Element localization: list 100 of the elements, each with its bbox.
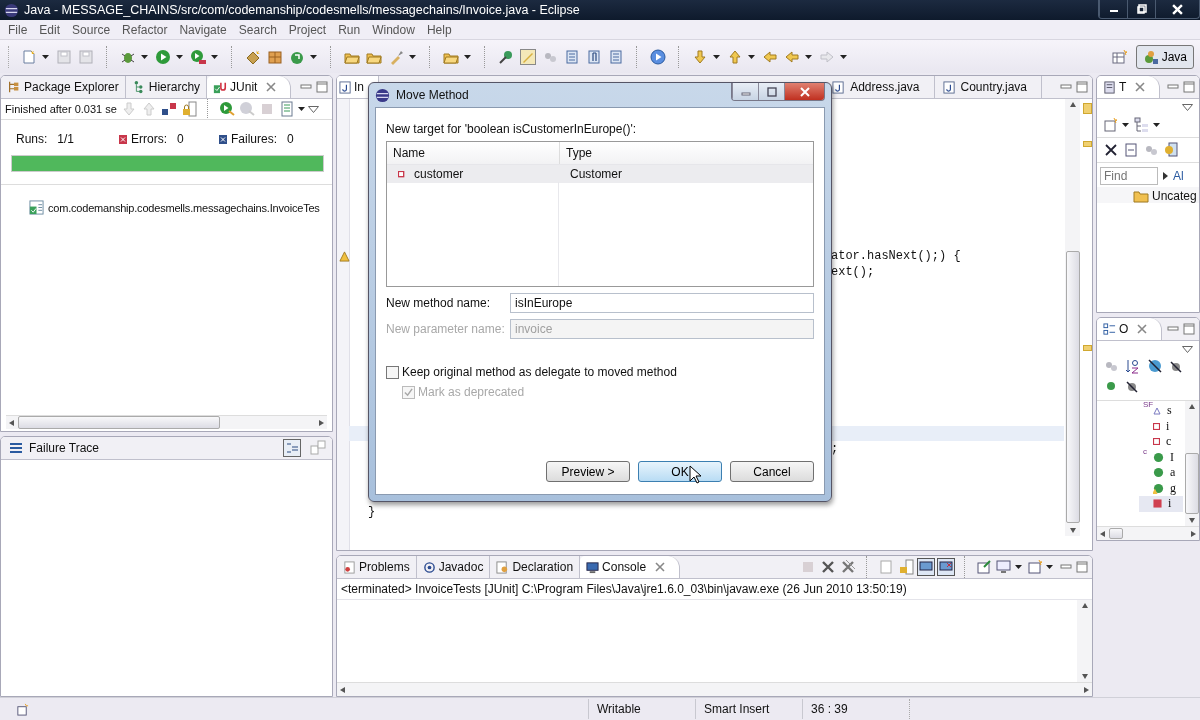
caret-icon[interactable] [42,54,49,59]
remove-icon[interactable] [1103,142,1119,158]
menu-item[interactable]: Project [282,22,333,37]
view-tab[interactable]: O [1097,318,1163,340]
minimize-icon[interactable] [1060,82,1072,92]
maximize-button[interactable] [758,83,784,100]
menu-item[interactable]: Window [366,22,421,37]
editor-tab[interactable]: Country.java [934,76,1042,98]
run-external-icon[interactable] [190,48,206,65]
view-menu-icon[interactable] [1182,104,1193,111]
pin-icon[interactable] [976,559,992,575]
open-perspective-icon[interactable] [1111,48,1128,65]
menu-item[interactable]: Navigate [173,22,233,37]
close-icon[interactable] [1137,324,1148,334]
monitor-icon[interactable] [917,558,935,576]
menu-item[interactable]: Refactor [116,22,174,37]
right-arrow-icon[interactable] [318,419,324,426]
overview-marker[interactable] [1083,141,1092,147]
remove-icon[interactable] [820,559,836,575]
column-header[interactable]: Name [387,142,560,164]
menu-item[interactable]: Edit [33,22,67,37]
all-link[interactable]: Al [1173,169,1184,183]
menu-item[interactable]: File [2,22,34,37]
filter-icon[interactable] [283,439,301,457]
down-arrow-icon[interactable] [1081,673,1088,679]
outline-item[interactable]: c I [1139,449,1183,465]
column-header[interactable]: Type [560,142,592,164]
document-icon[interactable] [608,48,624,65]
close-icon[interactable] [655,562,666,572]
pilcrow-icon[interactable] [586,48,602,65]
sort-icon[interactable] [1125,358,1141,374]
compare-icon[interactable] [310,440,326,456]
new-file-icon[interactable] [21,48,37,65]
table-row[interactable]: customer Customer [387,165,813,183]
view-tab[interactable]: Declaration [490,556,581,578]
right-arrow-icon[interactable] [1190,530,1196,537]
minimize-icon[interactable] [300,82,312,92]
down-arrow-icon[interactable] [1069,527,1076,533]
fast-view-icon[interactable] [16,702,29,716]
remove-all-icon[interactable] [840,559,856,575]
view-tab[interactable]: T [1097,76,1161,98]
method-name-field[interactable]: isInEurope [510,293,814,313]
caret-icon[interactable] [748,54,755,59]
menu-item[interactable]: Help [420,22,458,37]
failures-filter-icon[interactable] [160,101,177,117]
overview-marker[interactable] [1083,103,1092,114]
outline-item[interactable]: g [1139,480,1183,496]
caret-icon[interactable] [211,54,218,59]
right-arrow-icon[interactable] [1083,686,1089,693]
caret-icon[interactable] [1046,565,1053,569]
caret-icon[interactable] [176,54,183,59]
find-field[interactable]: Find [1100,167,1158,185]
rerun-icon[interactable] [218,101,235,117]
maximize-icon[interactable] [316,81,328,93]
play-icon[interactable] [650,48,666,65]
scrollbar-thumb[interactable] [1109,528,1123,539]
monitor-icon[interactable] [996,559,1012,575]
java-perspective-button[interactable]: Java [1135,44,1194,69]
caret-icon[interactable] [297,107,305,111]
dialog-button[interactable]: Cancel [730,461,814,482]
caret-icon[interactable] [141,54,148,59]
view-menu-icon[interactable] [307,105,319,113]
monitor-icon[interactable] [937,558,955,576]
new-class-icon[interactable] [267,48,283,65]
maximize-icon[interactable] [1076,561,1088,573]
maximize-icon[interactable] [1183,323,1195,335]
checkbox-label[interactable]: Keep original method as delegate to moved method [402,365,677,379]
minimize-icon[interactable] [1060,562,1072,572]
view-tab[interactable]: JUnit [207,76,292,98]
caret-icon[interactable] [805,54,812,59]
new-package-icon[interactable] [245,48,261,65]
hide-fields-icon[interactable] [1147,358,1163,374]
caret-icon[interactable] [1015,565,1022,569]
view-tab[interactable]: Problems [337,556,417,578]
horizontal-scrollbar[interactable] [337,682,1092,696]
run-icon[interactable] [155,48,171,65]
caret-icon[interactable] [1153,123,1160,127]
up-arrow-icon[interactable] [1069,102,1076,108]
menu-item[interactable]: Run [332,22,367,37]
outline-item[interactable]: SF s [1139,403,1183,419]
vertical-scrollbar[interactable] [1065,99,1080,536]
dialog-button[interactable]: OK [638,461,722,482]
horizontal-scrollbar[interactable] [6,415,327,429]
outline-item[interactable]: a [1139,465,1183,481]
vertical-scrollbar[interactable] [1185,401,1199,526]
expand-arrow-icon[interactable] [1163,172,1168,180]
synchronize-icon[interactable] [1163,142,1179,158]
outline-item[interactable]: i [1139,418,1183,434]
up-arrow-icon[interactable] [1189,404,1195,410]
caret-icon[interactable] [310,54,317,59]
close-icon[interactable] [266,82,277,92]
caret-icon[interactable] [713,54,720,59]
menu-item[interactable]: Search [232,22,283,37]
document-icon[interactable] [564,48,580,65]
close-icon[interactable] [1135,82,1146,92]
maximize-icon[interactable] [1183,81,1195,93]
caret-icon[interactable] [1122,123,1129,127]
pencil-icon[interactable] [520,48,536,65]
view-menu-icon[interactable] [1182,346,1193,353]
minimize-icon[interactable] [1167,324,1179,334]
